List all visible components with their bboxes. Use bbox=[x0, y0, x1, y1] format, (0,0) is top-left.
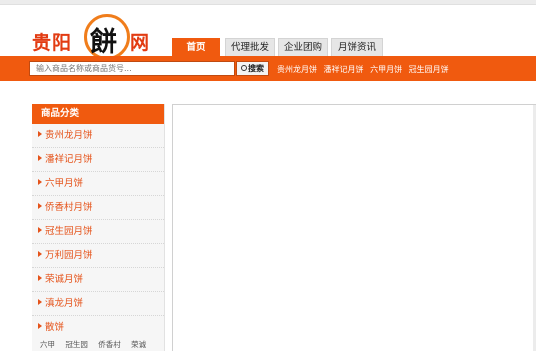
tab-home[interactable]: 首页 bbox=[172, 38, 220, 56]
logo-text-guiyang: 贵阳 bbox=[32, 32, 73, 54]
search-button-label: 搜索 bbox=[248, 64, 264, 73]
tab-agent-wholesale[interactable]: 代理批发 bbox=[225, 38, 275, 56]
search-bar: 搜索 贵州龙月饼 潘祥记月饼 六甲月饼 冠生园月饼 bbox=[0, 56, 536, 81]
category-item-label: 冠生园月饼 bbox=[45, 226, 93, 237]
category-item-label: 侨香村月饼 bbox=[45, 202, 93, 213]
banner-placeholder bbox=[173, 105, 536, 351]
arrow-right-icon bbox=[38, 131, 42, 137]
subcategory-links: 六甲 冠生园 侨香村 荣诚 bbox=[40, 339, 154, 350]
subcategory-liujia[interactable]: 六甲 bbox=[40, 340, 55, 349]
logo-text-wang: 网 bbox=[130, 32, 150, 54]
arrow-right-icon bbox=[38, 299, 42, 305]
subcategory-rongcheng[interactable]: 荣诚 bbox=[131, 340, 146, 349]
arrow-right-icon bbox=[38, 179, 42, 185]
arrow-right-icon bbox=[38, 275, 42, 281]
search-button[interactable]: 搜索 bbox=[236, 61, 269, 76]
quick-link-liujia[interactable]: 六甲月饼 bbox=[370, 65, 402, 74]
category-item-label: 滇龙月饼 bbox=[45, 298, 84, 309]
category-item-label: 散饼 bbox=[45, 322, 65, 333]
tab-group-purchase[interactable]: 企业团购 bbox=[278, 38, 328, 56]
subcategory-qiaoxiangcun[interactable]: 侨香村 bbox=[98, 340, 121, 349]
category-item-label: 六甲月饼 bbox=[45, 178, 84, 189]
category-item-label: 潘祥记月饼 bbox=[45, 154, 93, 165]
category-item-rongcheng[interactable]: 荣诚月饼 bbox=[32, 268, 164, 292]
site-logo[interactable]: 贵阳 餅 网 bbox=[30, 12, 160, 60]
arrow-right-icon bbox=[38, 323, 42, 329]
top-border bbox=[0, 0, 536, 5]
arrow-right-icon bbox=[38, 251, 42, 257]
tab-mooncake-news[interactable]: 月饼资讯 bbox=[331, 38, 383, 56]
quick-link-guanshengyuan[interactable]: 冠生园月饼 bbox=[409, 65, 449, 74]
category-item-sanbing[interactable]: 散饼 bbox=[32, 316, 164, 340]
category-item-guizhoulong[interactable]: 贵州龙月饼 bbox=[32, 124, 164, 148]
logo-text-bing: 餅 bbox=[90, 27, 117, 58]
search-icon bbox=[241, 65, 247, 71]
category-item-liujia[interactable]: 六甲月饼 bbox=[32, 172, 164, 196]
quick-links: 贵州龙月饼 潘祥记月饼 六甲月饼 冠生园月饼 bbox=[277, 64, 453, 75]
search-input[interactable] bbox=[29, 61, 235, 76]
category-item-panxiangji[interactable]: 潘祥记月饼 bbox=[32, 148, 164, 172]
category-item-dianlong[interactable]: 滇龙月饼 bbox=[32, 292, 164, 316]
arrow-right-icon bbox=[38, 227, 42, 233]
category-item-guanshengyuan[interactable]: 冠生园月饼 bbox=[32, 220, 164, 244]
arrow-right-icon bbox=[38, 155, 42, 161]
quick-link-panxiangji[interactable]: 潘祥记月饼 bbox=[324, 65, 364, 74]
category-title: 商品分类 bbox=[32, 104, 164, 124]
category-item-qiaoxiangcun[interactable]: 侨香村月饼 bbox=[32, 196, 164, 220]
category-item-label: 贵州龙月饼 bbox=[45, 130, 93, 141]
arrow-right-icon bbox=[38, 203, 42, 209]
category-panel: 商品分类 贵州龙月饼 潘祥记月饼 六甲月饼 侨香村月饼 冠生园月饼 万利园月饼 … bbox=[32, 104, 165, 351]
category-item-label: 万利园月饼 bbox=[45, 250, 93, 261]
main-content-area bbox=[172, 104, 536, 351]
category-item-wanliyuan[interactable]: 万利园月饼 bbox=[32, 244, 164, 268]
subcategory-guanshengyuan[interactable]: 冠生园 bbox=[65, 340, 88, 349]
quick-link-guizhoulong[interactable]: 贵州龙月饼 bbox=[277, 65, 317, 74]
category-item-label: 荣诚月饼 bbox=[45, 274, 84, 285]
